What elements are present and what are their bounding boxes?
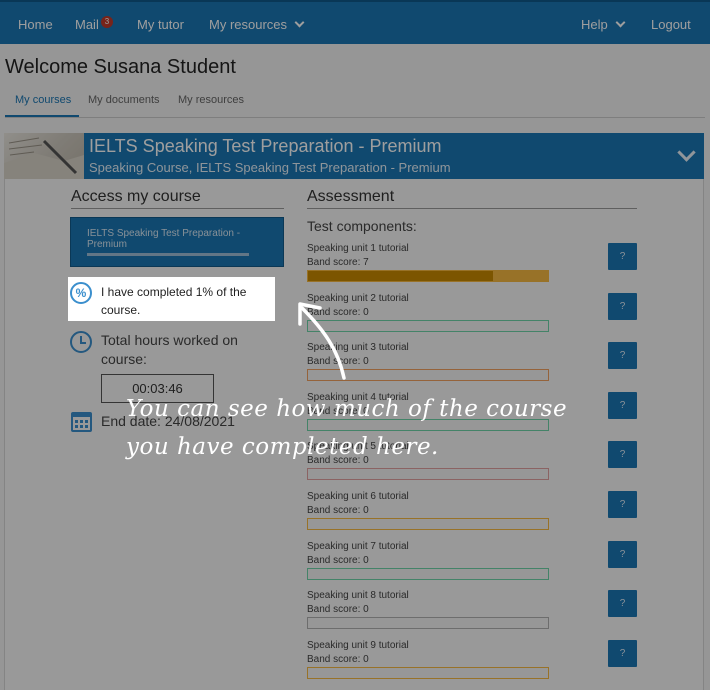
course-completion-text: I have completed 1% of the course. bbox=[101, 285, 247, 317]
tutorial-hint-text: You can see how much of the course you h… bbox=[126, 396, 568, 460]
percent-icon: % bbox=[70, 282, 92, 304]
hint-arrow-icon bbox=[298, 302, 346, 380]
completion-spotlight: % I have completed 1% of the course. bbox=[68, 277, 275, 321]
